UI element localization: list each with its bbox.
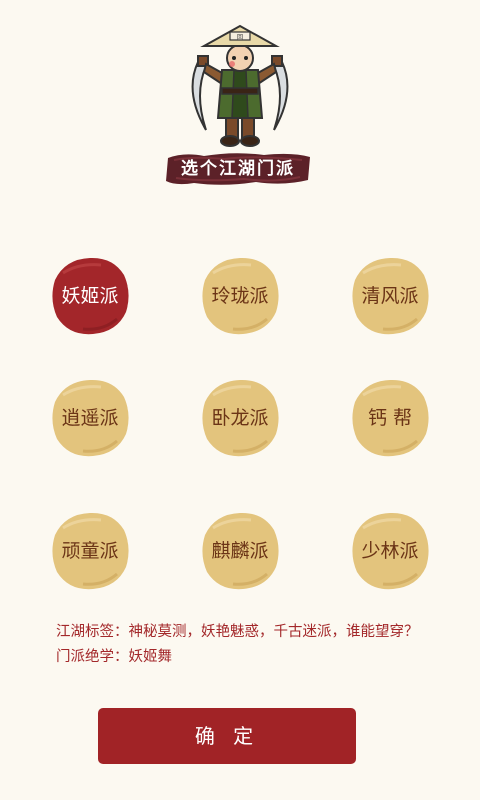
confirm-button[interactable]: 确 定 [98, 708, 356, 764]
sect-option-yaoji[interactable]: 妖姬派 [49, 255, 131, 337]
sect-option-wolong[interactable]: 卧龙派 [199, 377, 281, 459]
sect-description: 江湖标签：神秘莫测，妖艳魅惑，千古迷派，谁能望穿？ 门派绝学：妖姬舞 [56, 620, 456, 670]
sect-label: 玲珑派 [211, 285, 269, 307]
sect-label: 逍遥派 [61, 407, 119, 429]
sect-skill-text: 门派绝学：妖姬舞 [56, 649, 172, 665]
sect-option-xiaoyao[interactable]: 逍遥派 [49, 377, 131, 459]
sect-selection-screen: 回 选个江湖门派 妖姬派 玲珑派 清风派 逍遥派 卧龙派 钙 帮 顽童派 麒麟派… [0, 0, 480, 800]
sect-label: 妖姬派 [61, 285, 119, 307]
swordsman-illustration: 回 [176, 22, 304, 152]
page-title-banner: 选个江湖门派 [164, 150, 312, 188]
sect-label: 卧龙派 [211, 407, 269, 429]
sect-option-gaibang[interactable]: 钙 帮 [349, 377, 431, 459]
sect-option-shaolin[interactable]: 少林派 [349, 510, 431, 592]
sect-option-linglong[interactable]: 玲珑派 [199, 255, 281, 337]
sect-label: 钙 帮 [367, 407, 413, 429]
sect-option-wantong[interactable]: 顽童派 [49, 510, 131, 592]
sect-label: 顽童派 [61, 540, 119, 562]
sect-label: 少林派 [361, 540, 419, 562]
sect-label: 麒麟派 [211, 540, 269, 562]
sect-tags-text: 江湖标签：神秘莫测，妖艳魅惑，千古迷派，谁能望穿？ [56, 624, 419, 640]
page-title: 选个江湖门派 [181, 159, 295, 179]
sect-label: 清风派 [361, 285, 419, 307]
svg-text:回: 回 [237, 34, 243, 41]
sect-option-qingfeng[interactable]: 清风派 [349, 255, 431, 337]
sect-option-qilin[interactable]: 麒麟派 [199, 510, 281, 592]
